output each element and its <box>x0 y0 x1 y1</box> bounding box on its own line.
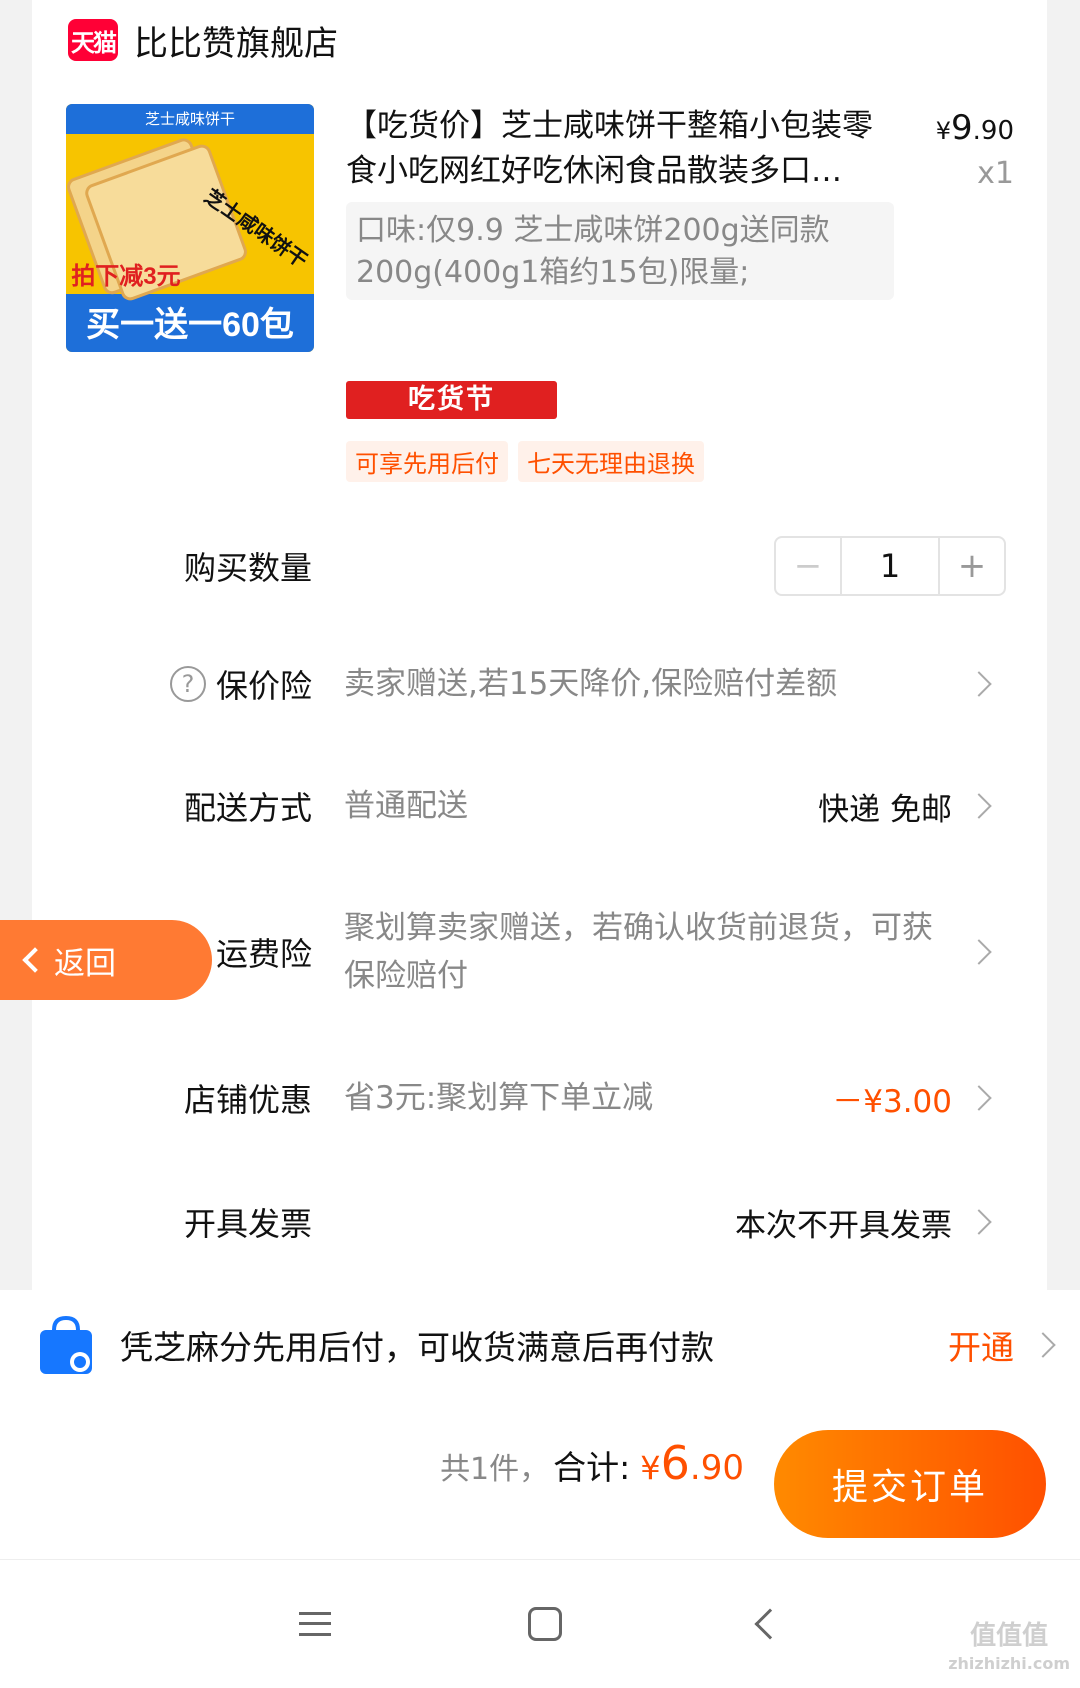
store-discount-row[interactable]: 店铺优惠 省3元:聚划算下单立减 －¥3.00 <box>36 1068 1016 1128</box>
order-confirm-page: 天猫 比比赞旗舰店 芝士咸味饼干 芝士咸味饼干 拍下减3元 买一送一60包 【吃… <box>0 0 1080 1688</box>
tmall-logo: 天猫 <box>68 19 118 61</box>
system-nav-bar: 值值值 zhizhizhi.com <box>0 1560 1080 1688</box>
tag-free-return: 七天无理由退换 <box>518 441 704 482</box>
product-image[interactable]: 芝士咸味饼干 芝士咸味饼干 拍下减3元 买一送一60包 <box>66 104 314 352</box>
invoice-label: 开具发票 <box>183 1205 312 1243</box>
price-int: 9 <box>951 108 973 148</box>
image-top-text: 芝士咸味饼干 <box>145 111 235 128</box>
quantity-stepper[interactable]: − 1 + <box>774 536 1006 596</box>
chevron-right-icon <box>966 939 992 965</box>
order-total: 共1件， 合计: ¥6.90 <box>440 1436 744 1490</box>
back-button[interactable]: 返回 <box>0 920 212 1000</box>
chevron-right-icon <box>966 1209 992 1235</box>
shop-name[interactable]: 比比赞旗舰店 <box>134 16 338 65</box>
price-currency: ¥ <box>935 117 951 145</box>
enable-pay-later-link[interactable]: 开通 <box>948 1321 1014 1369</box>
chevron-right-icon <box>1030 1332 1056 1358</box>
checkout-bar: 共1件， 合计: ¥6.90 提交订单 <box>0 1400 1080 1560</box>
price-protect-label-wrap: ? 保价险 <box>36 661 312 707</box>
product-spec[interactable]: 口味:仅9.9 芝士咸味饼200g送同款200g(400g1箱约15包)限量; <box>346 202 894 300</box>
promo-badge: 吃货节 <box>346 381 557 419</box>
shop-header[interactable]: 天猫 比比赞旗舰店 <box>68 10 338 70</box>
delivery-row[interactable]: 配送方式 普通配送 快递 免邮 <box>36 776 1016 836</box>
quantity-label: 购买数量 <box>183 549 312 587</box>
total-label: 合计: <box>553 1448 631 1487</box>
price-protect-desc: 卖家赠送,若15天降价,保险赔付差额 <box>344 666 838 702</box>
tag-pay-later: 可享先用后付 <box>346 441 508 482</box>
back-label: 返回 <box>54 945 116 982</box>
discount-desc: 省3元:聚划算下单立减 <box>344 1080 654 1116</box>
price-protect-row[interactable]: ? 保价险 卖家赠送,若15天降价,保险赔付差额 <box>36 654 1016 714</box>
product-title[interactable]: 【吃货价】芝士咸味饼干整箱小包装零食小吃网红好吃休闲食品散装多口… <box>346 104 896 194</box>
total-currency: ¥ <box>640 1449 661 1487</box>
back-icon[interactable] <box>754 1608 786 1640</box>
decrease-button[interactable]: − <box>776 538 842 594</box>
price-dec: .90 <box>972 116 1014 146</box>
quantity-value[interactable]: 1 <box>842 538 938 594</box>
chevron-right-icon <box>966 1085 992 1111</box>
watermark-logo: 值值值 <box>970 1621 1049 1651</box>
delivery-value: 快递 免邮 <box>818 791 952 828</box>
shipping-ins-desc: 聚划算卖家赠送，若确认收货前退货，可获保险赔付 <box>344 910 933 994</box>
chevron-right-icon <box>966 671 992 697</box>
invoice-row[interactable]: 开具发票 本次不开具发票 <box>36 1192 1016 1252</box>
watermark: 值值值 zhizhizhi.com <box>948 1622 1070 1678</box>
submit-order-button[interactable]: 提交订单 <box>774 1430 1046 1538</box>
discount-amount: －¥3.00 <box>832 1083 952 1120</box>
shipping-ins-label: 运费险 <box>215 935 312 973</box>
pay-later-text: 凭芝麻分先用后付，可收货满意后再付款 <box>120 1328 714 1367</box>
total-int: 6 <box>660 1436 690 1490</box>
delivery-desc: 普通配送 <box>344 788 468 824</box>
total-dec: .90 <box>689 1448 744 1488</box>
pay-later-banner[interactable]: 凭芝麻分先用后付，可收货满意后再付款 开通 <box>0 1290 1080 1400</box>
image-cut-text: 拍下减3元 <box>71 263 180 290</box>
watermark-url: zhizhizhi.com <box>948 1654 1070 1673</box>
home-icon[interactable] <box>527 1607 562 1641</box>
chevron-left-icon <box>22 947 48 973</box>
service-tags: 可享先用后付 七天无理由退换 <box>346 441 704 482</box>
chevron-right-icon <box>966 793 992 819</box>
discount-label: 店铺优惠 <box>183 1081 312 1119</box>
image-deal-text: 买一送一60包 <box>86 306 294 344</box>
delivery-label: 配送方式 <box>183 789 312 827</box>
invoice-value: 本次不开具发票 <box>735 1207 952 1244</box>
item-count: 共1件， <box>440 1452 550 1487</box>
product-price: ¥9.90 <box>936 108 1014 148</box>
menu-icon[interactable] <box>298 1612 331 1636</box>
product-quantity: x1 <box>977 156 1014 191</box>
increase-button[interactable]: + <box>938 538 1004 594</box>
shopping-bag-icon <box>36 1314 96 1376</box>
price-protect-label: 保价险 <box>215 667 312 705</box>
help-icon[interactable]: ? <box>169 666 206 702</box>
